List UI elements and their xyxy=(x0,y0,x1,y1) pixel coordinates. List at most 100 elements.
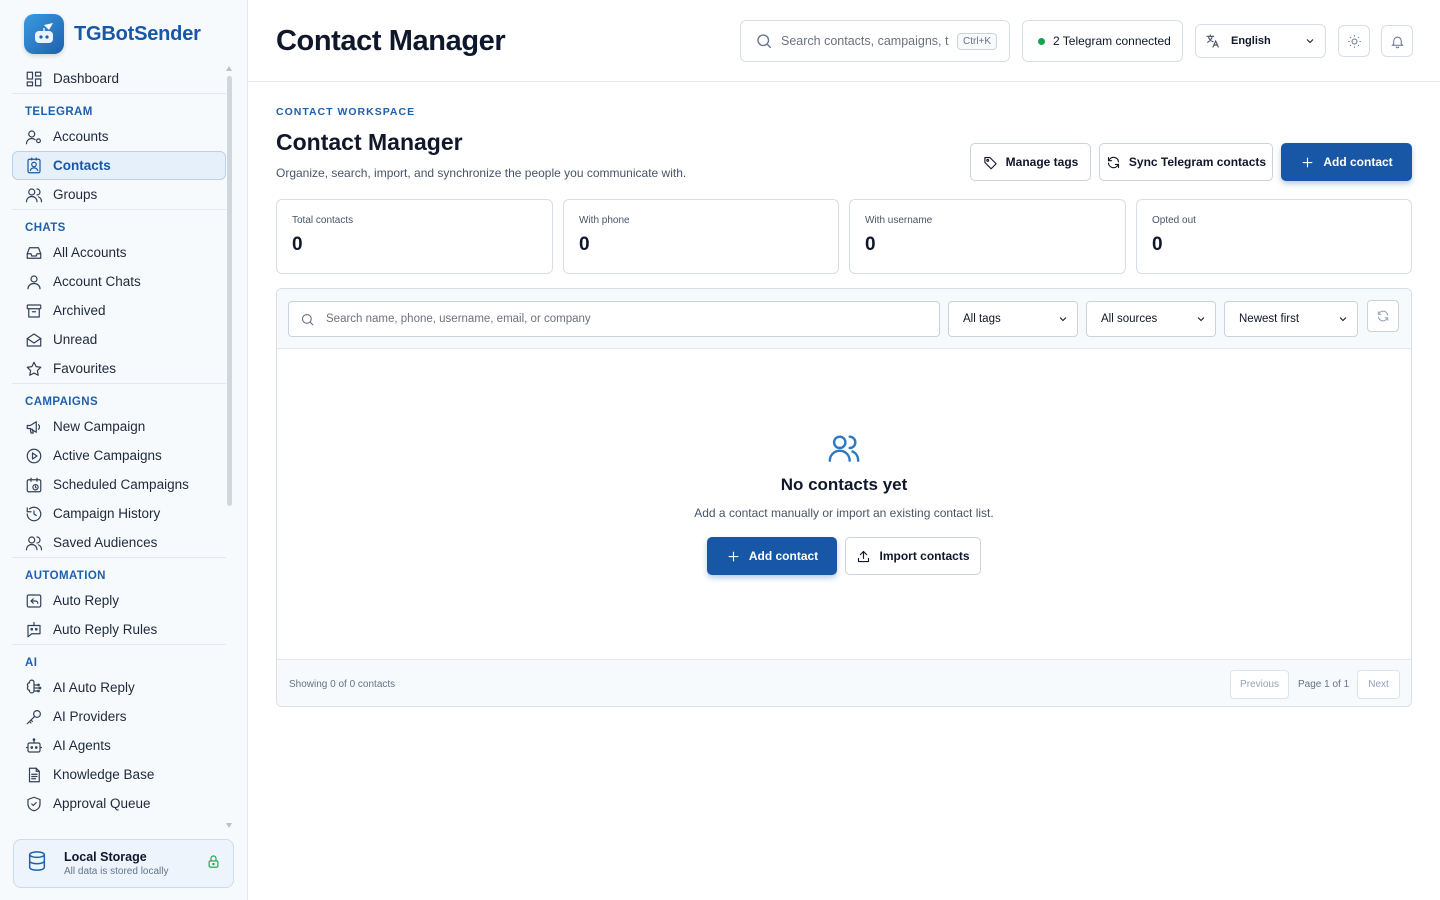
sidebar-item-label: Approval Queue xyxy=(53,796,151,811)
sidebar-item-label: Auto Reply xyxy=(53,593,120,608)
key-icon xyxy=(26,709,41,724)
tags-filter-select[interactable]: All tags xyxy=(948,301,1078,337)
plus-icon xyxy=(1302,157,1313,167)
chevron-down-icon xyxy=(1339,317,1347,322)
section-automation: AUTOMATION xyxy=(12,557,226,586)
play-circle-icon xyxy=(26,448,42,463)
sidebar-item-dashboard[interactable]: Dashboard xyxy=(12,64,226,93)
section-telegram: TELEGRAM xyxy=(12,93,226,122)
calendar-clock-icon xyxy=(26,477,42,492)
sidebar-item-label: Knowledge Base xyxy=(53,767,155,782)
empty-add-contact-button[interactable]: Add contact xyxy=(707,537,837,575)
sidebar-item-label: Saved Audiences xyxy=(53,535,158,550)
contact-search[interactable] xyxy=(288,301,940,337)
sidebar-item-contacts[interactable]: Contacts xyxy=(12,151,226,180)
users-icon xyxy=(25,187,43,202)
next-label: Next xyxy=(1368,679,1389,690)
refresh-button[interactable] xyxy=(1367,300,1399,332)
stat-label: Opted out xyxy=(1152,215,1196,226)
sidebar-item-label: AI Auto Reply xyxy=(53,680,135,695)
scroll-down-arrow-icon[interactable] xyxy=(226,823,232,828)
brain-icon xyxy=(26,679,42,693)
sidebar-item-label: Contacts xyxy=(53,158,111,173)
sidebar-item-archived[interactable]: Archived xyxy=(12,296,226,325)
stat-label: Total contacts xyxy=(292,215,354,226)
star-icon xyxy=(26,361,42,376)
section-eyebrow: CONTACT WORKSPACE xyxy=(276,106,416,118)
app-name: TGBotSender xyxy=(74,22,201,45)
stat-label: With phone xyxy=(579,215,630,226)
translate-icon xyxy=(1206,34,1219,48)
search-icon xyxy=(301,313,314,326)
sidebar-item-label: Unread xyxy=(53,332,98,347)
sync-telegram-contacts-button[interactable]: Sync Telegram contacts xyxy=(1099,143,1273,181)
sidebar-scrollbar[interactable] xyxy=(227,76,232,506)
sidebar-item-label: Account Chats xyxy=(53,274,141,289)
dashboard-icon xyxy=(26,71,42,86)
sidebar-item-label: Auto Reply Rules xyxy=(53,622,158,637)
import-contacts-button[interactable]: Import contacts xyxy=(845,537,981,575)
page-title: Contact Manager xyxy=(276,25,506,57)
telegram-status-text: 2 Telegram connected xyxy=(1053,34,1171,48)
section-campaigns: CAMPAIGNS xyxy=(12,383,226,412)
sort-select[interactable]: Newest first xyxy=(1224,301,1358,337)
sidebar-item-knowledge-base[interactable]: Knowledge Base xyxy=(12,760,226,789)
global-search[interactable]: Ctrl+K xyxy=(740,20,1010,62)
bot-icon xyxy=(25,737,43,753)
stat-label: With username xyxy=(865,215,933,226)
chevron-down-icon xyxy=(1306,39,1314,44)
manage-tags-button[interactable]: Manage tags xyxy=(970,143,1091,181)
empty-state-description: Add a contact manually or import an exis… xyxy=(694,506,994,520)
next-page-button[interactable]: Next xyxy=(1357,670,1400,699)
language-select[interactable]: English xyxy=(1195,24,1326,58)
empty-add-contact-label: Add contact xyxy=(748,549,819,563)
global-search-input[interactable] xyxy=(781,34,949,48)
add-contact-button[interactable]: Add contact xyxy=(1281,143,1412,181)
sidebar-item-ai-agents[interactable]: AI Agents xyxy=(12,731,226,760)
sidebar-item-account-chats[interactable]: Account Chats xyxy=(12,267,226,296)
sidebar-item-campaign-history[interactable]: Campaign History xyxy=(12,499,226,528)
sidebar-item-favourites[interactable]: Favourites xyxy=(12,354,226,383)
sidebar-item-ai-providers[interactable]: AI Providers xyxy=(12,702,226,731)
bell-icon xyxy=(1390,36,1404,48)
brand[interactable]: TGBotSender xyxy=(24,14,201,54)
sources-filter-select[interactable]: All sources xyxy=(1086,301,1216,337)
scroll-up-arrow-icon[interactable] xyxy=(226,66,232,71)
storage-subtitle: All data is stored locally xyxy=(64,866,169,877)
sidebar-item-saved-audiences[interactable]: Saved Audiences xyxy=(12,528,226,557)
sidebar-item-ai-auto-reply[interactable]: AI Auto Reply xyxy=(12,673,226,702)
contacts-panel: All tags All sources Newest first No con… xyxy=(276,288,1412,707)
user-icon xyxy=(27,274,41,289)
sidebar-item-all-accounts[interactable]: All Accounts xyxy=(12,238,226,267)
sources-filter-value: All sources xyxy=(1101,313,1158,325)
tag-icon xyxy=(983,156,997,169)
theme-toggle-button[interactable] xyxy=(1338,25,1370,57)
empty-state: No contacts yet Add a contact manually o… xyxy=(277,349,1411,659)
contact-search-input[interactable] xyxy=(326,313,886,325)
sidebar-item-unread[interactable]: Unread xyxy=(12,325,226,354)
stat-value: 0 xyxy=(292,234,303,255)
upload-icon xyxy=(858,550,870,562)
previous-page-button[interactable]: Previous xyxy=(1230,670,1289,699)
sidebar-item-auto-reply-rules[interactable]: Auto Reply Rules xyxy=(12,615,226,644)
file-text-icon xyxy=(28,767,40,782)
sidebar-item-label: AI Agents xyxy=(53,738,111,753)
sidebar-item-groups[interactable]: Groups xyxy=(12,180,226,209)
showing-count: Showing 0 of 0 contacts xyxy=(289,679,396,690)
lock-icon xyxy=(206,854,221,874)
sidebar-item-new-campaign[interactable]: New Campaign xyxy=(12,412,226,441)
sidebar-item-accounts[interactable]: Accounts xyxy=(12,122,226,151)
sidebar-item-auto-reply[interactable]: Auto Reply xyxy=(12,586,226,615)
sun-icon xyxy=(1347,34,1361,48)
sidebar-item-active-campaigns[interactable]: Active Campaigns xyxy=(12,441,226,470)
telegram-status-badge[interactable]: 2 Telegram connected xyxy=(1022,20,1183,62)
sidebar-item-label: Favourites xyxy=(53,361,117,376)
sidebar-item-approval-queue[interactable]: Approval Queue xyxy=(12,789,226,818)
shortcut-hint: Ctrl+K xyxy=(957,32,998,50)
notifications-button[interactable] xyxy=(1381,25,1413,57)
sidebar-item-scheduled-campaigns[interactable]: Scheduled Campaigns xyxy=(12,470,226,499)
page-indicator: Page 1 of 1 xyxy=(1298,679,1350,690)
stat-card-total: Total contacts 0 xyxy=(276,199,553,274)
sidebar: TGBotSender Dashboard TELEGRAM Accounts … xyxy=(0,0,248,900)
search-icon xyxy=(757,34,772,49)
